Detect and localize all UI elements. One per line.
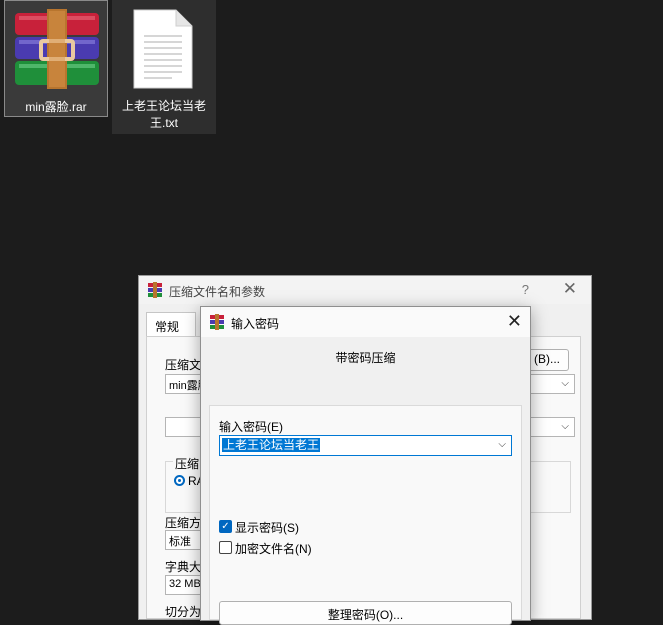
- desktop-icon-txt-file[interactable]: 上老王论坛当老 王.txt: [112, 0, 216, 134]
- desktop-icon-label-line2: 王.txt: [149, 116, 178, 130]
- close-button[interactable]: ✕: [563, 279, 577, 299]
- text-document-icon: [133, 9, 193, 89]
- password-value: 上老王论坛当老王: [222, 438, 321, 452]
- password-input[interactable]: 上老王论坛当老王 ⌵: [219, 435, 512, 456]
- winrar-archive-icon: [15, 9, 99, 89]
- split-label: 切分为: [165, 605, 202, 619]
- format-group-label: 压缩: [173, 455, 202, 472]
- encrypt-filenames-label: 加密文件名(N): [235, 542, 312, 556]
- help-button[interactable]: ?: [522, 282, 529, 297]
- archive-name-label: 压缩文: [165, 358, 202, 372]
- method-select[interactable]: 标准: [165, 530, 205, 550]
- password-group: 输入密码(E) 上老王论坛当老王 ⌵ ✓ 显示密码(S) 加密文件名(N) 整理…: [209, 405, 522, 625]
- dictionary-value: 32 MB: [169, 578, 201, 590]
- show-password-checkbox[interactable]: ✓: [219, 520, 232, 533]
- desktop-icon-label-line1: 上老王论坛当老: [121, 99, 206, 113]
- dictionary-label: 字典大: [165, 560, 202, 574]
- method-label: 压缩方: [165, 516, 202, 530]
- dialog-title: 输入密码: [231, 317, 280, 331]
- winrar-icon: [148, 282, 162, 298]
- method-value: 标准: [169, 536, 191, 548]
- rar-radio[interactable]: [174, 475, 185, 486]
- dictionary-select[interactable]: 32 MB: [165, 575, 205, 595]
- dialog-heading: 带密码压缩: [335, 351, 396, 365]
- tab-general[interactable]: 常规: [146, 312, 196, 337]
- desktop-icon-label: min露脸.rar: [25, 100, 87, 114]
- show-password-label: 显示密码(S): [235, 521, 299, 535]
- password-label: 输入密码(E): [219, 420, 283, 434]
- password-dialog: 输入密码 ✕ 带密码压缩 输入密码(E) 上老王论坛当老王 ⌵ ✓ 显示密码(S…: [200, 306, 531, 625]
- chevron-down-icon: ⌵: [561, 421, 569, 432]
- dialog-titlebar: 压缩文件名和参数 ? ✕: [139, 276, 591, 304]
- tab-label: 常规: [155, 320, 180, 334]
- organize-passwords-button[interactable]: 整理密码(O)...: [219, 601, 512, 625]
- winrar-icon: [210, 314, 224, 330]
- chevron-down-icon[interactable]: ⌵: [498, 439, 506, 450]
- close-button[interactable]: ✕: [507, 311, 522, 332]
- encrypt-filenames-checkbox[interactable]: [219, 541, 232, 554]
- desktop-icon-rar-file[interactable]: min露脸.rar: [4, 0, 108, 117]
- chevron-down-icon: ⌵: [561, 378, 569, 389]
- dialog-title: 压缩文件名和参数: [169, 285, 266, 299]
- dialog-titlebar: 输入密码 ✕: [201, 307, 530, 337]
